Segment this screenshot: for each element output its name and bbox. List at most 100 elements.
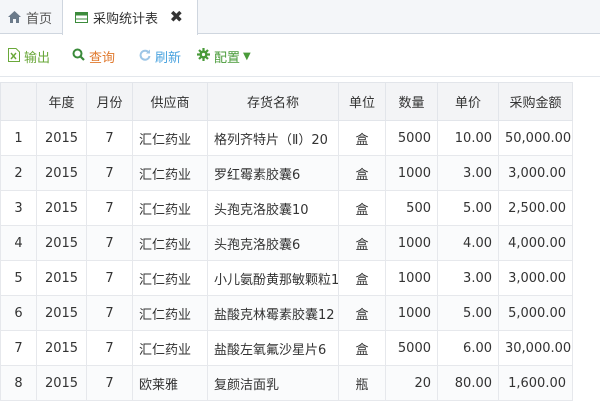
cell-quantity: 5000 xyxy=(385,120,438,156)
cell-quantity: 500 xyxy=(385,190,438,226)
tab-home-label: 首页 xyxy=(26,11,53,27)
cell-month: 7 xyxy=(86,225,133,261)
tab-home[interactable]: 首页 xyxy=(0,0,62,34)
cell-year: 2015 xyxy=(36,120,87,156)
cell-quantity: 1000 xyxy=(385,155,438,191)
header-amount[interactable]: 采购金额 xyxy=(498,82,573,121)
search-icon xyxy=(72,48,85,65)
table-row[interactable]: 1 2015 7 汇仁药业 格列齐特片（Ⅱ）20 盒 5000 10.00 50… xyxy=(0,120,573,156)
cell-year: 2015 xyxy=(36,365,87,401)
chevron-down-icon: ▼ xyxy=(243,51,251,62)
cell-unit: 盒 xyxy=(338,155,386,191)
row-number: 2 xyxy=(0,155,37,191)
cell-month: 7 xyxy=(86,330,133,366)
cell-item-name: 罗红霉素胶囊6 xyxy=(207,155,339,191)
cell-supplier: 汇仁药业 xyxy=(132,295,208,331)
refresh-button[interactable]: 刷新 xyxy=(138,47,181,66)
refresh-icon xyxy=(138,48,151,65)
home-icon xyxy=(8,11,21,23)
row-number: 7 xyxy=(0,330,37,366)
cell-supplier: 汇仁药业 xyxy=(132,120,208,156)
cell-unit: 盒 xyxy=(338,260,386,296)
cell-unit-price: 3.00 xyxy=(437,155,499,191)
header-unit-price[interactable]: 单价 xyxy=(437,82,499,121)
row-number: 5 xyxy=(0,260,37,296)
cell-item-name: 格列齐特片（Ⅱ）20 xyxy=(207,120,339,156)
table-row[interactable]: 2 2015 7 汇仁药业 罗红霉素胶囊6 盒 1000 3.00 3,000.… xyxy=(0,155,573,191)
config-label: 配置 xyxy=(214,51,241,66)
export-label: 输出 xyxy=(24,51,51,66)
cell-supplier: 汇仁药业 xyxy=(132,155,208,191)
cell-supplier: 汇仁药业 xyxy=(132,260,208,296)
header-month[interactable]: 月份 xyxy=(86,82,133,121)
toolbar: 输出 查询 刷新 配置 ▼ xyxy=(0,35,600,77)
config-button[interactable]: 配置 ▼ xyxy=(197,47,251,66)
cell-amount: 1,600.00 xyxy=(498,365,573,401)
tab-bar: 首页 采购统计表 ✖ xyxy=(0,0,600,35)
cell-year: 2015 xyxy=(36,190,87,226)
header-year[interactable]: 年度 xyxy=(36,82,87,121)
purchase-table: 年度 月份 供应商 存货名称 单位 数量 单价 采购金额 1 2015 7 汇仁… xyxy=(0,82,573,401)
cell-year: 2015 xyxy=(36,330,87,366)
close-icon[interactable]: ✖ xyxy=(170,9,183,25)
query-button[interactable]: 查询 xyxy=(72,47,115,66)
header-item-name[interactable]: 存货名称 xyxy=(207,82,339,121)
row-number: 6 xyxy=(0,295,37,331)
table-row[interactable]: 7 2015 7 汇仁药业 盐酸左氧氟沙星片6 盒 5000 6.00 30,0… xyxy=(0,330,573,366)
cell-item-name: 盐酸克林霉素胶囊12 xyxy=(207,295,339,331)
cell-year: 2015 xyxy=(36,225,87,261)
cell-year: 2015 xyxy=(36,155,87,191)
cell-amount: 3,000.00 xyxy=(498,260,573,296)
cell-unit: 盒 xyxy=(338,225,386,261)
data-grid: 年度 月份 供应商 存货名称 单位 数量 单价 采购金额 1 2015 7 汇仁… xyxy=(0,82,600,401)
cell-month: 7 xyxy=(86,260,133,296)
cell-month: 7 xyxy=(86,120,133,156)
tab-purchase-stats[interactable]: 采购统计表 ✖ xyxy=(62,0,198,35)
export-button[interactable]: 输出 xyxy=(8,47,50,66)
cell-item-name: 复颜洁面乳 xyxy=(207,365,339,401)
cell-unit-price: 5.00 xyxy=(437,190,499,226)
cell-unit-price: 3.00 xyxy=(437,260,499,296)
cell-unit-price: 80.00 xyxy=(437,365,499,401)
cell-unit: 盒 xyxy=(338,295,386,331)
table-header-row: 年度 月份 供应商 存货名称 单位 数量 单价 采购金额 xyxy=(0,82,573,121)
cell-month: 7 xyxy=(86,155,133,191)
cell-month: 7 xyxy=(86,365,133,401)
table-row[interactable]: 3 2015 7 汇仁药业 头孢克洛胶囊10 盒 500 5.00 2,500.… xyxy=(0,190,573,226)
cell-quantity: 1000 xyxy=(385,295,438,331)
cell-item-name: 头孢克洛胶囊10 xyxy=(207,190,339,226)
cell-supplier: 汇仁药业 xyxy=(132,330,208,366)
cell-unit: 盒 xyxy=(338,120,386,156)
query-label: 查询 xyxy=(89,51,116,66)
cell-unit: 瓶 xyxy=(338,365,386,401)
table-row[interactable]: 6 2015 7 汇仁药业 盐酸克林霉素胶囊12 盒 1000 5.00 5,0… xyxy=(0,295,573,331)
cell-amount: 30,000.00 xyxy=(498,330,573,366)
cell-unit-price: 6.00 xyxy=(437,330,499,366)
cell-year: 2015 xyxy=(36,295,87,331)
cell-month: 7 xyxy=(86,190,133,226)
table-row[interactable]: 4 2015 7 汇仁药业 头孢克洛胶囊6 盒 1000 4.00 4,000.… xyxy=(0,225,573,261)
cell-quantity: 5000 xyxy=(385,330,438,366)
header-supplier[interactable]: 供应商 xyxy=(132,82,208,121)
cell-unit-price: 5.00 xyxy=(437,295,499,331)
cell-supplier: 汇仁药业 xyxy=(132,225,208,261)
cell-month: 7 xyxy=(86,295,133,331)
cell-amount: 50,000.00 xyxy=(498,120,573,156)
cell-amount: 2,500.00 xyxy=(498,190,573,226)
export-icon xyxy=(8,47,20,66)
cell-unit: 盒 xyxy=(338,190,386,226)
cell-supplier: 汇仁药业 xyxy=(132,190,208,226)
cell-unit-price: 4.00 xyxy=(437,225,499,261)
cell-year: 2015 xyxy=(36,260,87,296)
cell-quantity: 1000 xyxy=(385,225,438,261)
table-row[interactable]: 8 2015 7 欧莱雅 复颜洁面乳 瓶 20 80.00 1,600.00 xyxy=(0,365,573,401)
header-quantity[interactable]: 数量 xyxy=(385,82,438,121)
refresh-label: 刷新 xyxy=(155,51,182,66)
cell-item-name: 小儿氨酚黄那敏颗粒10 xyxy=(207,260,339,296)
cell-quantity: 20 xyxy=(385,365,438,401)
header-unit[interactable]: 单位 xyxy=(338,82,386,121)
table-row[interactable]: 5 2015 7 汇仁药业 小儿氨酚黄那敏颗粒10 盒 1000 3.00 3,… xyxy=(0,260,573,296)
table-icon xyxy=(75,12,88,23)
cell-quantity: 1000 xyxy=(385,260,438,296)
cell-amount: 4,000.00 xyxy=(498,225,573,261)
